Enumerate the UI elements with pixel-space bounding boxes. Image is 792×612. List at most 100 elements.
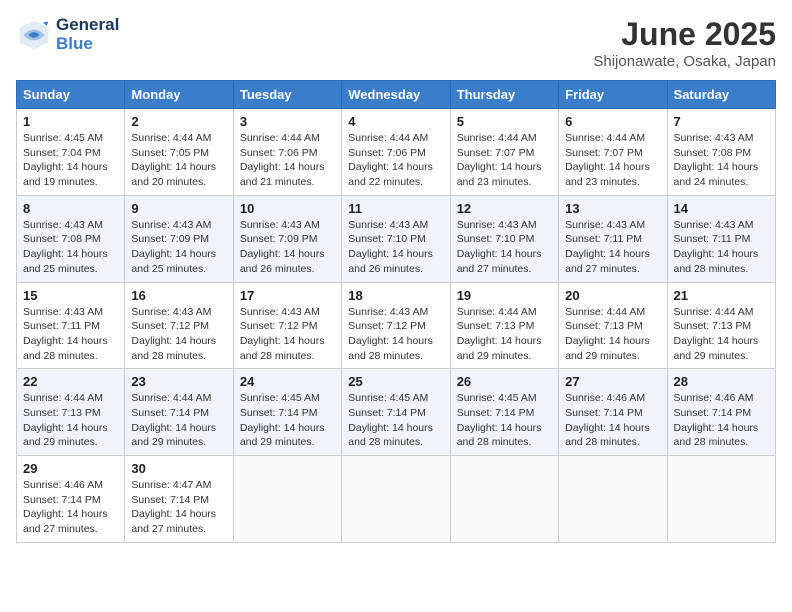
calendar-cell: 3 Sunrise: 4:44 AM Sunset: 7:06 PM Daylig…	[233, 109, 341, 196]
calendar-cell	[342, 456, 450, 543]
day-number: 4	[348, 114, 443, 129]
day-number: 23	[131, 374, 226, 389]
title-block: June 2025 Shijonawate, Osaka, Japan	[593, 16, 776, 70]
day-number: 11	[348, 201, 443, 216]
weekday-header-sunday: Sunday	[17, 81, 125, 109]
day-number: 25	[348, 374, 443, 389]
calendar-title: June 2025	[593, 16, 776, 53]
week-row-4: 22 Sunrise: 4:44 AM Sunset: 7:13 PM Dayli…	[17, 369, 776, 456]
day-number: 20	[565, 288, 660, 303]
logo-line1: General	[56, 15, 119, 34]
day-info: Sunrise: 4:43 AM Sunset: 7:09 PM Dayligh…	[131, 218, 226, 277]
calendar-subtitle: Shijonawate, Osaka, Japan	[593, 53, 776, 70]
day-info: Sunrise: 4:43 AM Sunset: 7:08 PM Dayligh…	[674, 131, 769, 190]
week-row-2: 8 Sunrise: 4:43 AM Sunset: 7:08 PM Daylig…	[17, 195, 776, 282]
day-number: 24	[240, 374, 335, 389]
day-info: Sunrise: 4:43 AM Sunset: 7:12 PM Dayligh…	[240, 305, 335, 364]
calendar-cell: 29Sunrise: 4:46 AM Sunset: 7:14 PM Dayli…	[17, 456, 125, 543]
day-info: Sunrise: 4:43 AM Sunset: 7:12 PM Dayligh…	[131, 305, 226, 364]
day-number: 12	[457, 201, 552, 216]
weekday-header-wednesday: Wednesday	[342, 81, 450, 109]
day-info: Sunrise: 4:44 AM Sunset: 7:13 PM Dayligh…	[565, 305, 660, 364]
day-number: 27	[565, 374, 660, 389]
day-info: Sunrise: 4:43 AM Sunset: 7:11 PM Dayligh…	[565, 218, 660, 277]
calendar-cell	[559, 456, 667, 543]
day-number: 5	[457, 114, 552, 129]
week-row-3: 15Sunrise: 4:43 AM Sunset: 7:11 PM Dayli…	[17, 282, 776, 369]
calendar-cell	[450, 456, 558, 543]
calendar-table: SundayMondayTuesdayWednesdayThursdayFrid…	[16, 80, 776, 543]
day-info: Sunrise: 4:45 AM Sunset: 7:14 PM Dayligh…	[348, 391, 443, 450]
header: General Blue June 2025 Shijonawate, Osak…	[16, 16, 776, 70]
day-info: Sunrise: 4:47 AM Sunset: 7:14 PM Dayligh…	[131, 478, 226, 537]
day-number: 3	[240, 114, 335, 129]
day-info: Sunrise: 4:43 AM Sunset: 7:11 PM Dayligh…	[674, 218, 769, 277]
day-number: 18	[348, 288, 443, 303]
day-info: Sunrise: 4:44 AM Sunset: 7:06 PM Dayligh…	[348, 131, 443, 190]
calendar-cell: 27 Sunrise: 4:46 AM Sunset: 7:14 PM Dayli…	[559, 369, 667, 456]
day-info: Sunrise: 4:45 AM Sunset: 7:04 PM Dayligh…	[23, 131, 118, 190]
day-info: Sunrise: 4:45 AM Sunset: 7:14 PM Dayligh…	[240, 391, 335, 450]
weekday-header-saturday: Saturday	[667, 81, 775, 109]
day-number: 2	[131, 114, 226, 129]
day-info: Sunrise: 4:44 AM Sunset: 7:13 PM Dayligh…	[674, 305, 769, 364]
day-info: Sunrise: 4:46 AM Sunset: 7:14 PM Dayligh…	[674, 391, 769, 450]
day-info: Sunrise: 4:44 AM Sunset: 7:06 PM Dayligh…	[240, 131, 335, 190]
calendar-cell: 13 Sunrise: 4:43 AM Sunset: 7:11 PM Dayli…	[559, 195, 667, 282]
day-info: Sunrise: 4:44 AM Sunset: 7:13 PM Dayligh…	[23, 391, 118, 450]
day-number: 21	[674, 288, 769, 303]
logo: General Blue	[16, 16, 119, 53]
day-number: 28	[674, 374, 769, 389]
day-info: Sunrise: 4:46 AM Sunset: 7:14 PM Dayligh…	[565, 391, 660, 450]
calendar-cell: 30 Sunrise: 4:47 AM Sunset: 7:14 PM Dayli…	[125, 456, 233, 543]
calendar-cell: 26 Sunrise: 4:45 AM Sunset: 7:14 PM Dayli…	[450, 369, 558, 456]
day-number: 8	[23, 201, 118, 216]
day-number: 17	[240, 288, 335, 303]
logo-icon	[16, 17, 52, 53]
calendar-cell: 17 Sunrise: 4:43 AM Sunset: 7:12 PM Dayli…	[233, 282, 341, 369]
calendar-cell: 24 Sunrise: 4:45 AM Sunset: 7:14 PM Dayli…	[233, 369, 341, 456]
day-number: 22	[23, 374, 118, 389]
day-number: 16	[131, 288, 226, 303]
weekday-header-friday: Friday	[559, 81, 667, 109]
calendar-cell: 5Sunrise: 4:44 AM Sunset: 7:07 PM Daylig…	[450, 109, 558, 196]
day-number: 30	[131, 461, 226, 476]
day-number: 13	[565, 201, 660, 216]
day-number: 26	[457, 374, 552, 389]
week-row-1: 1Sunrise: 4:45 AM Sunset: 7:04 PM Daylig…	[17, 109, 776, 196]
logo-text: General Blue	[56, 16, 119, 53]
day-info: Sunrise: 4:43 AM Sunset: 7:10 PM Dayligh…	[457, 218, 552, 277]
calendar-cell: 15Sunrise: 4:43 AM Sunset: 7:11 PM Dayli…	[17, 282, 125, 369]
day-number: 29	[23, 461, 118, 476]
calendar-cell: 18 Sunrise: 4:43 AM Sunset: 7:12 PM Dayli…	[342, 282, 450, 369]
calendar-cell: 11Sunrise: 4:43 AM Sunset: 7:10 PM Dayli…	[342, 195, 450, 282]
calendar-cell: 6Sunrise: 4:44 AM Sunset: 7:07 PM Daylig…	[559, 109, 667, 196]
logo-line2: Blue	[56, 34, 93, 53]
calendar-body: 1Sunrise: 4:45 AM Sunset: 7:04 PM Daylig…	[17, 109, 776, 543]
calendar-cell: 19Sunrise: 4:44 AM Sunset: 7:13 PM Dayli…	[450, 282, 558, 369]
calendar-cell	[233, 456, 341, 543]
day-number: 15	[23, 288, 118, 303]
day-number: 9	[131, 201, 226, 216]
day-info: Sunrise: 4:45 AM Sunset: 7:14 PM Dayligh…	[457, 391, 552, 450]
day-info: Sunrise: 4:44 AM Sunset: 7:07 PM Dayligh…	[565, 131, 660, 190]
day-number: 19	[457, 288, 552, 303]
weekday-header-row: SundayMondayTuesdayWednesdayThursdayFrid…	[17, 81, 776, 109]
day-info: Sunrise: 4:44 AM Sunset: 7:05 PM Dayligh…	[131, 131, 226, 190]
calendar-cell: 28 Sunrise: 4:46 AM Sunset: 7:14 PM Dayli…	[667, 369, 775, 456]
calendar-cell: 10Sunrise: 4:43 AM Sunset: 7:09 PM Dayli…	[233, 195, 341, 282]
day-number: 10	[240, 201, 335, 216]
day-info: Sunrise: 4:43 AM Sunset: 7:12 PM Dayligh…	[348, 305, 443, 364]
day-number: 14	[674, 201, 769, 216]
calendar-cell: 21 Sunrise: 4:44 AM Sunset: 7:13 PM Dayli…	[667, 282, 775, 369]
calendar-cell: 1Sunrise: 4:45 AM Sunset: 7:04 PM Daylig…	[17, 109, 125, 196]
calendar-cell: 7Sunrise: 4:43 AM Sunset: 7:08 PM Daylig…	[667, 109, 775, 196]
calendar-cell: 22 Sunrise: 4:44 AM Sunset: 7:13 PM Dayli…	[17, 369, 125, 456]
calendar-cell: 25 Sunrise: 4:45 AM Sunset: 7:14 PM Dayli…	[342, 369, 450, 456]
calendar-cell: 8 Sunrise: 4:43 AM Sunset: 7:08 PM Daylig…	[17, 195, 125, 282]
weekday-header-tuesday: Tuesday	[233, 81, 341, 109]
calendar-cell: 4 Sunrise: 4:44 AM Sunset: 7:06 PM Daylig…	[342, 109, 450, 196]
day-info: Sunrise: 4:43 AM Sunset: 7:08 PM Dayligh…	[23, 218, 118, 277]
day-info: Sunrise: 4:44 AM Sunset: 7:14 PM Dayligh…	[131, 391, 226, 450]
calendar-cell: 16 Sunrise: 4:43 AM Sunset: 7:12 PM Dayli…	[125, 282, 233, 369]
